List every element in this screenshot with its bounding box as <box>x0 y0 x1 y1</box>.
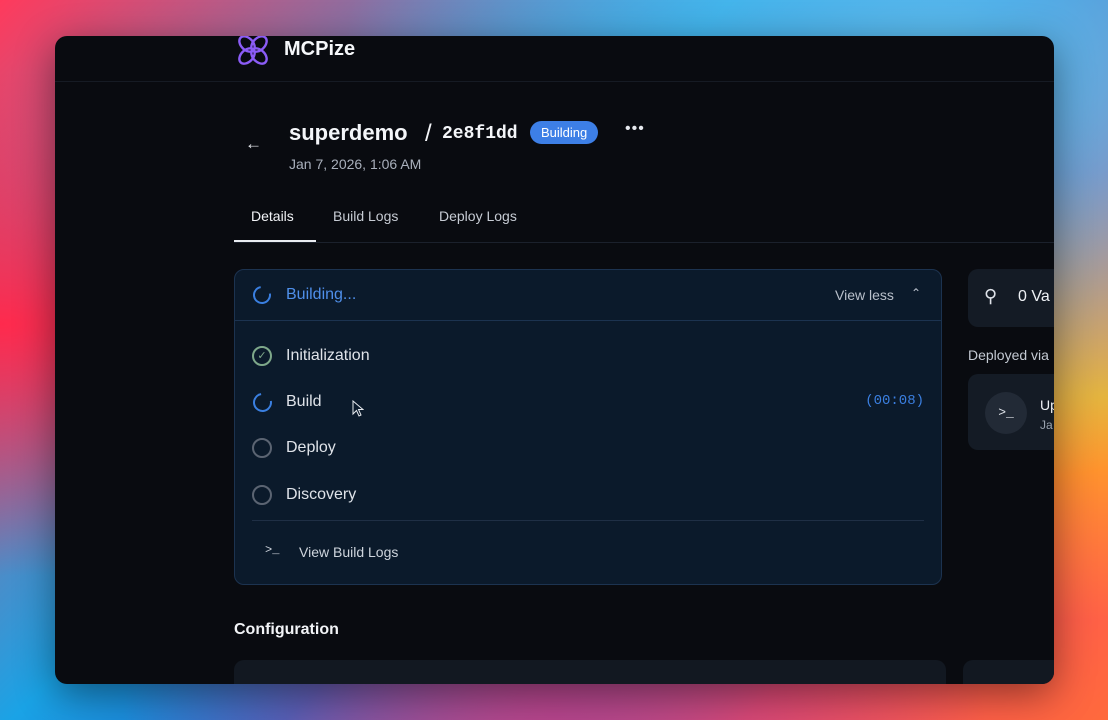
tab-details[interactable]: Details <box>251 208 294 224</box>
step-build: Build <box>286 393 322 410</box>
build-status-card: Building... View less ⌃ ✓ Initialization… <box>234 269 942 585</box>
deployment-source-date: Ja <box>1040 418 1053 432</box>
step-deploy: Deploy <box>286 439 336 456</box>
title-separator: / <box>425 120 432 147</box>
view-build-logs-link[interactable]: View Build Logs <box>299 544 398 560</box>
deployment-source-card[interactable]: >_ Up Ja <box>968 374 1054 450</box>
configuration-title: Configuration <box>234 621 339 638</box>
key-icon: ⚲ <box>984 286 998 306</box>
variables-count: 0 Va <box>1018 288 1050 305</box>
build-status-label: Building... <box>286 286 357 303</box>
tab-deploy-logs[interactable]: Deploy Logs <box>439 208 517 224</box>
deployment-date: Jan 7, 2026, 1:06 AM <box>289 156 422 172</box>
brand-name[interactable]: MCPize <box>284 38 355 61</box>
chevron-up-icon[interactable]: ⌃ <box>911 286 921 300</box>
status-badge: Building <box>530 121 599 144</box>
variables-card[interactable]: ⚲ 0 Va <box>968 269 1054 327</box>
spinner-icon <box>249 389 276 416</box>
configuration-card <box>234 660 946 684</box>
back-arrow-icon[interactable]: ← <box>245 134 262 154</box>
pending-circle-icon <box>252 438 272 458</box>
spinner-icon <box>249 282 275 308</box>
commit-hash: 2e8f1dd <box>442 124 518 144</box>
terminal-icon: >_ <box>985 392 1027 434</box>
tab-build-logs[interactable]: Build Logs <box>333 208 398 224</box>
top-bar: MCPize <box>55 36 1054 82</box>
deployment-source-title: Up <box>1040 397 1054 413</box>
ellipsis-icon[interactable]: ••• <box>625 120 645 138</box>
configuration-side-card <box>963 660 1054 684</box>
mouse-cursor-icon <box>352 400 364 417</box>
terminal-icon: >_ <box>265 543 280 557</box>
view-less-button[interactable]: View less <box>835 287 894 303</box>
step-discovery: Discovery <box>286 486 357 503</box>
tab-bar: Details Build Logs Deploy Logs <box>234 196 1054 243</box>
active-tab-indicator <box>234 240 316 242</box>
card-divider <box>252 520 924 521</box>
build-status-header[interactable]: Building... View less ⌃ <box>235 270 941 321</box>
check-circle-icon: ✓ <box>252 346 272 366</box>
project-name: superdemo <box>289 120 408 145</box>
pending-circle-icon <box>252 485 272 505</box>
build-timer: (00:08) <box>865 393 924 409</box>
app-window: MCPize ← superdemo / 2e8f1dd Building ••… <box>55 36 1054 684</box>
mcpize-logo-icon[interactable] <box>235 36 271 68</box>
deployed-via-label: Deployed via <box>968 347 1049 363</box>
step-initialization: Initialization <box>286 347 370 364</box>
